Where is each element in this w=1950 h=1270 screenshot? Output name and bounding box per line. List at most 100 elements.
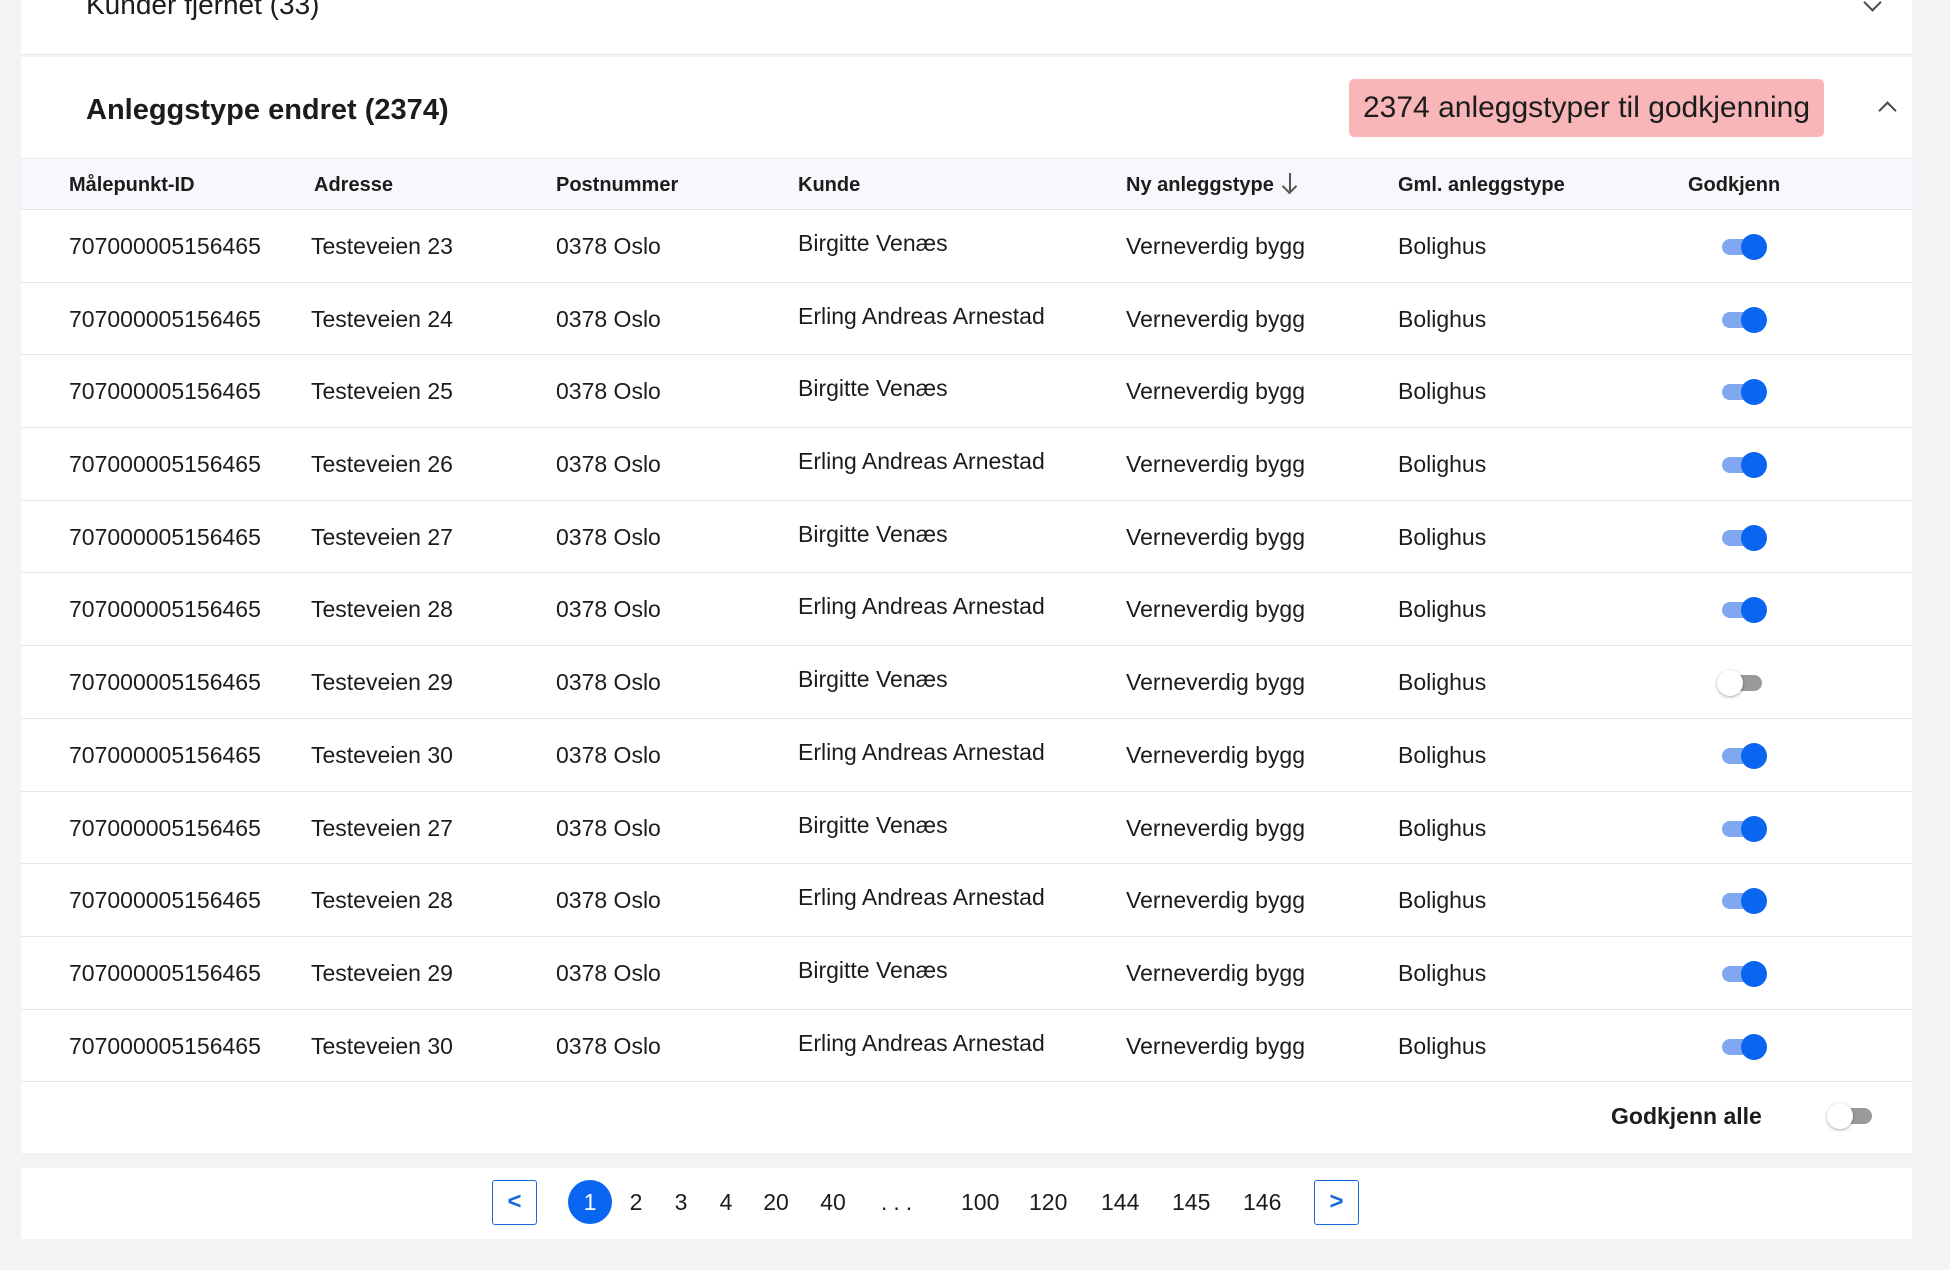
toggle-knob xyxy=(1741,452,1767,479)
pagination-panel: <1 2 3 4 20 40... 100 120 144 145 146 > xyxy=(21,1168,1912,1239)
page-number[interactable]: 40 xyxy=(818,1180,848,1225)
pagination: <1 2 3 4 20 40... 100 120 144 145 146 > xyxy=(21,1168,1912,1239)
cell-customer: Erling Andreas Arnestad xyxy=(798,448,1045,475)
cell-measurement-point-id: 707000005156465 xyxy=(69,814,261,841)
approve-toggle[interactable] xyxy=(1719,379,1767,406)
cell-postal-code: 0378 Oslo xyxy=(556,959,661,986)
cell-measurement-point-id: 707000005156465 xyxy=(69,305,261,332)
cell-new-facility-type: Verneverdig bygg xyxy=(1126,669,1306,696)
cell-old-facility-type: Bolighus xyxy=(1398,378,1487,405)
cell-new-facility-type: Verneverdig bygg xyxy=(1126,814,1306,841)
cell-old-facility-type: Bolighus xyxy=(1398,814,1487,841)
column-header-old-type[interactable]: Gml. anleggstype xyxy=(1398,159,1565,211)
toggle-knob xyxy=(1741,960,1767,987)
cell-customer: Birgitte Venæs xyxy=(798,956,948,983)
approve-toggle[interactable] xyxy=(1719,452,1767,479)
cell-measurement-point-id: 707000005156465 xyxy=(69,1032,261,1059)
toggle-knob xyxy=(1741,597,1767,624)
column-header-approve[interactable]: Godkjenn xyxy=(1688,159,1780,211)
cell-customer: Erling Andreas Arnestad xyxy=(798,738,1045,765)
toggle-knob xyxy=(1717,670,1743,697)
toggle-knob xyxy=(1741,234,1767,260)
approve-toggle[interactable] xyxy=(1719,742,1767,769)
cell-old-facility-type: Bolighus xyxy=(1398,741,1487,768)
page-number[interactable]: 144 xyxy=(1101,1180,1139,1225)
page-number[interactable]: 100 xyxy=(961,1180,999,1225)
cell-new-facility-type: Verneverdig bygg xyxy=(1126,523,1306,550)
cell-measurement-point-id: 707000005156465 xyxy=(69,741,261,768)
page-number[interactable]: 4 xyxy=(711,1180,741,1225)
approve-all-toggle[interactable] xyxy=(1827,1103,1875,1129)
cell-postal-code: 0378 Oslo xyxy=(556,523,661,550)
column-header-id[interactable]: Målepunkt-ID xyxy=(69,159,195,211)
approve-toggle[interactable] xyxy=(1719,960,1767,987)
page-number[interactable]: 146 xyxy=(1243,1180,1281,1225)
cell-old-facility-type: Bolighus xyxy=(1398,523,1487,550)
approve-toggle[interactable] xyxy=(1719,888,1767,915)
column-header-postal[interactable]: Postnummer xyxy=(556,159,678,211)
cell-customer: Erling Andreas Arnestad xyxy=(798,884,1045,911)
cell-address: Testeveien 29 xyxy=(311,959,453,986)
cell-new-facility-type: Verneverdig bygg xyxy=(1126,451,1306,478)
table-row: 707000005156465 Testeveien 29 0378 Oslo Bir… xyxy=(21,646,1912,719)
toggle-knob xyxy=(1741,815,1767,842)
toggle-knob xyxy=(1741,306,1767,333)
cell-measurement-point-id: 707000005156465 xyxy=(69,378,261,405)
column-header-new-type-label: Ny anleggstype xyxy=(1126,174,1274,196)
page-number-current[interactable]: 1 xyxy=(568,1180,612,1224)
page-number[interactable]: 145 xyxy=(1172,1180,1210,1225)
collapsed-section: Kunder fjernet (33) xyxy=(21,0,1912,55)
cell-new-facility-type: Verneverdig bygg xyxy=(1126,741,1306,768)
approve-toggle[interactable] xyxy=(1719,597,1767,624)
table-row: 707000005156465 Testeveien 24 0378 Oslo Erl… xyxy=(21,283,1912,356)
pending-approval-badge: 2374 anleggstyper til godkjenning xyxy=(1349,79,1824,137)
cell-customer: Birgitte Venæs xyxy=(798,230,948,256)
table-row: 707000005156465 Testeveien 30 0378 Oslo Erl… xyxy=(21,719,1912,792)
cell-address: Testeveien 30 xyxy=(311,1032,453,1059)
cell-measurement-point-id: 707000005156465 xyxy=(69,451,261,478)
cell-customer: Birgitte Venæs xyxy=(798,666,948,693)
section-title: Anleggstype endret (2374) xyxy=(86,94,449,126)
cell-old-facility-type: Bolighus xyxy=(1398,887,1487,914)
chevron-down-icon[interactable] xyxy=(1852,0,1892,26)
approve-toggle[interactable] xyxy=(1719,815,1767,842)
cell-address: Testeveien 27 xyxy=(311,814,453,841)
column-header-address[interactable]: Adresse xyxy=(314,159,393,211)
approve-toggle[interactable] xyxy=(1719,234,1767,260)
column-header-customer[interactable]: Kunde xyxy=(798,159,860,211)
toggle-knob xyxy=(1741,888,1767,915)
cell-postal-code: 0378 Oslo xyxy=(556,669,661,696)
page-number[interactable]: 3 xyxy=(666,1180,696,1225)
approve-all-label: Godkjenn alle xyxy=(1611,1103,1762,1129)
collapsed-section-title[interactable]: Kunder fjernet (33) xyxy=(86,0,319,22)
cell-address: Testeveien 25 xyxy=(311,378,453,405)
chevron-up-icon[interactable] xyxy=(1867,87,1907,127)
approve-toggle[interactable] xyxy=(1717,670,1765,697)
cell-old-facility-type: Bolighus xyxy=(1398,305,1487,332)
cell-old-facility-type: Bolighus xyxy=(1398,1032,1487,1059)
cell-postal-code: 0378 Oslo xyxy=(556,1032,661,1059)
approve-toggle[interactable] xyxy=(1719,524,1767,551)
cell-postal-code: 0378 Oslo xyxy=(556,887,661,914)
page-number[interactable]: 120 xyxy=(1029,1180,1067,1225)
next-page-button[interactable]: > xyxy=(1314,1180,1359,1225)
cell-address: Testeveien 28 xyxy=(311,887,453,914)
cell-new-facility-type: Verneverdig bygg xyxy=(1126,1032,1306,1059)
cell-old-facility-type: Bolighus xyxy=(1398,233,1487,259)
cell-address: Testeveien 23 xyxy=(311,233,453,259)
column-header-new-type[interactable]: Ny anleggstype xyxy=(1126,159,1298,211)
table-row: 707000005156465 Testeveien 30 0378 Oslo Erl… xyxy=(21,1010,1912,1083)
approve-toggle[interactable] xyxy=(1719,1033,1767,1060)
page-number[interactable]: 20 xyxy=(761,1180,791,1225)
cell-new-facility-type: Verneverdig bygg xyxy=(1126,887,1306,914)
approve-toggle[interactable] xyxy=(1719,306,1767,333)
cell-new-facility-type: Verneverdig bygg xyxy=(1126,305,1306,332)
pagination-ellipsis: ... xyxy=(881,1189,919,1215)
previous-page-button[interactable]: < xyxy=(492,1180,537,1225)
toggle-knob xyxy=(1741,742,1767,769)
arrow-down-icon xyxy=(1282,172,1298,194)
section-header[interactable]: Anleggstype endret (2374) 2374 anleggsty… xyxy=(21,57,1912,158)
page-number[interactable]: 2 xyxy=(621,1180,651,1225)
cell-customer: Erling Andreas Arnestad xyxy=(798,593,1045,620)
cell-address: Testeveien 27 xyxy=(311,523,453,550)
